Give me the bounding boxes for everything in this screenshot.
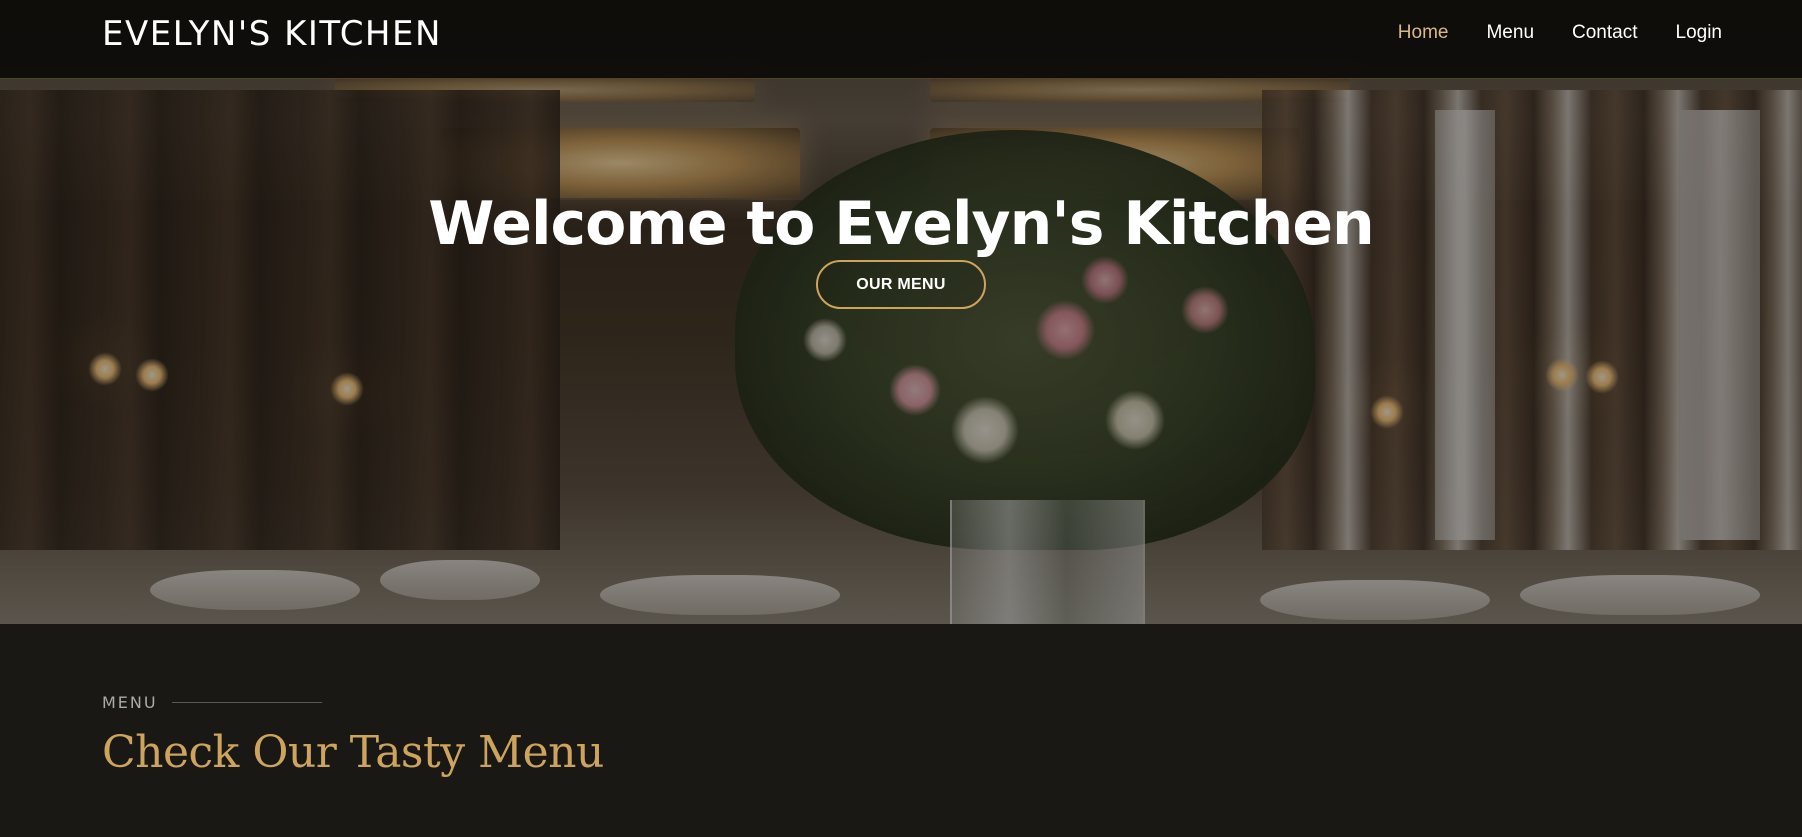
nav-item-contact[interactable]: Contact bbox=[1572, 20, 1637, 46]
nav-item-menu[interactable]: Menu bbox=[1486, 20, 1534, 46]
hero-overlay bbox=[0, 0, 1802, 624]
main-nav: Home Menu Contact Login bbox=[1398, 20, 1722, 46]
site-header: EVELYN'S KITCHEN Home Menu Contact Login bbox=[0, 0, 1802, 79]
section-label-divider bbox=[171, 702, 322, 703]
menu-section: MENU Check Our Tasty Menu bbox=[0, 624, 1802, 837]
our-menu-button[interactable]: OUR MENU bbox=[816, 260, 986, 309]
section-label-text: MENU bbox=[102, 693, 158, 712]
hero-title: Welcome to Evelyn's Kitchen bbox=[428, 189, 1375, 259]
nav-item-home[interactable]: Home bbox=[1398, 20, 1449, 46]
site-logo[interactable]: EVELYN'S KITCHEN bbox=[102, 12, 442, 56]
hero-section: Welcome to Evelyn's Kitchen OUR MENU bbox=[0, 0, 1802, 624]
nav-item-login[interactable]: Login bbox=[1676, 20, 1723, 46]
section-label: MENU bbox=[102, 693, 322, 712]
hero-content: Welcome to Evelyn's Kitchen OUR MENU bbox=[0, 188, 1802, 309]
section-title: Check Our Tasty Menu bbox=[102, 727, 604, 778]
